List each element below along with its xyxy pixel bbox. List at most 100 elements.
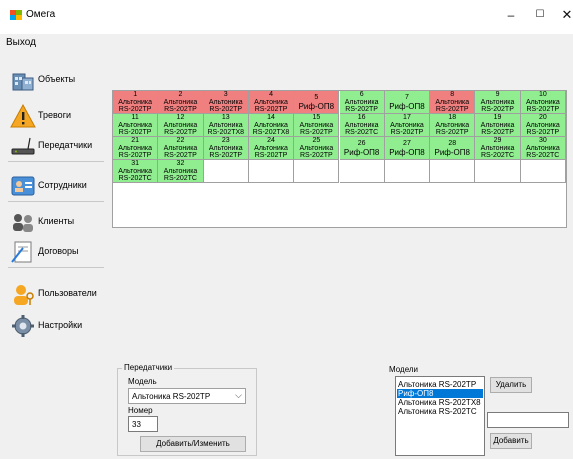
- transmitter-cell[interactable]: 8 Альтоника RS-202TP: [430, 91, 476, 114]
- cell-number: 9: [495, 91, 500, 98]
- cell-model-line1: Альтоника: [163, 98, 198, 106]
- transmitter-cell[interactable]: 10 Альтоника RS-202TP: [520, 91, 566, 114]
- cell-model-line2: RS-202TP: [481, 106, 514, 113]
- models-list[interactable]: Альтоника RS-202TP Риф-ОП8 Альтоника RS-20…: [395, 376, 485, 456]
- transmitter-cell[interactable]: 5 Риф-ОП8: [294, 91, 340, 114]
- menu-bar: Выход: [0, 34, 573, 52]
- cell-model-line1: Риф-ОП8: [298, 101, 335, 111]
- sidebar-item-clients[interactable]: Клиенты: [6, 204, 104, 238]
- sidebar-item-objects[interactable]: Объекты: [6, 62, 104, 96]
- cell-number: 6: [359, 91, 364, 98]
- transmitter-cell[interactable]: [203, 160, 249, 183]
- cell-model-line1: Альтоника: [344, 98, 379, 106]
- menu-exit[interactable]: Выход: [6, 37, 36, 48]
- transmitter-cell[interactable]: 15 Альтоника RS-202TP: [294, 114, 340, 137]
- transmitter-cell[interactable]: 3 Альтоника RS-202TP: [203, 91, 249, 114]
- sidebar-item-users[interactable]: Пользователи: [6, 276, 104, 310]
- close-button[interactable]: ✕: [555, 4, 573, 26]
- transmitter-cell[interactable]: 32 Альтоника RS-202TC: [158, 160, 204, 183]
- transmitter-cell[interactable]: 29 Альтоника RS-202TC: [475, 137, 521, 160]
- delete-model-button[interactable]: Удалить: [490, 377, 532, 393]
- transmitter-cell[interactable]: 22 Альтоника RS-202TP: [158, 137, 204, 160]
- sidebar-item-label: Сотрудники: [38, 180, 87, 190]
- cell-number: 19: [493, 114, 502, 121]
- transmitter-cell[interactable]: [339, 160, 385, 183]
- cell-model-line1: Альтоника: [208, 144, 243, 152]
- model-label: Модель: [128, 377, 157, 386]
- cell-model-line1: Альтоника: [435, 121, 470, 129]
- users-key-icon: [14, 285, 34, 305]
- models-list-item[interactable]: Альтоника RS-202TP: [397, 380, 483, 389]
- transmitter-cell[interactable]: 13 Альтоника RS-202TX8: [203, 114, 249, 137]
- sidebar-item-label: Тревоги: [38, 110, 71, 120]
- sidebar-item-transmitters[interactable]: Передатчики: [6, 128, 104, 162]
- models-list-item[interactable]: Альтоника RS-202TX8: [397, 398, 483, 407]
- transmitter-cell[interactable]: 17 Альтоника RS-202TP: [384, 114, 431, 137]
- cell-model-line1: Альтоника: [208, 98, 243, 106]
- cell-model-line2: RS-202TP: [526, 129, 560, 136]
- transmitter-cell[interactable]: 11 Альтоника RS-202TP: [113, 114, 159, 137]
- cell-model-line1: Альтоника: [390, 121, 424, 129]
- number-label: Номер: [128, 406, 153, 415]
- transmitter-cell[interactable]: 9 Альтоника RS-202TP: [475, 91, 521, 114]
- sidebar-item-employees[interactable]: Сотрудники: [6, 168, 104, 202]
- cell-number: 10: [538, 91, 547, 98]
- app-logo-icon: [10, 10, 22, 20]
- transmitter-cell[interactable]: 16 Альтоника RS-202TC: [339, 114, 385, 137]
- transmitter-cell[interactable]: 25 Альтоника RS-202TP: [294, 137, 340, 160]
- transmitter-cell[interactable]: 27 Риф-ОП8: [384, 137, 431, 160]
- transmitter-cell[interactable]: 18 Альтоника RS-202TP: [430, 114, 476, 137]
- transmitter-cell[interactable]: 4 Альтоника RS-202TP: [248, 91, 295, 114]
- transmitter-cell[interactable]: 21 Альтоника RS-202TP: [113, 137, 159, 160]
- transmitter-cell[interactable]: [520, 160, 566, 183]
- transmitter-cell[interactable]: 1 Альтоника RS-202TP: [113, 91, 159, 114]
- transmitter-cell[interactable]: [430, 160, 476, 183]
- cell-model-line2: RS-202TP: [481, 129, 514, 136]
- transmitter-cell[interactable]: [294, 160, 340, 183]
- transmitter-cell[interactable]: [384, 160, 431, 183]
- cell-model-line1: Альтоника: [118, 121, 153, 129]
- cell-model-line2: RS-202TX8: [252, 129, 290, 136]
- sidebar-item-alarms[interactable]: Тревоги: [6, 98, 104, 132]
- transmitter-cell[interactable]: 24 Альтоника RS-202TP: [248, 137, 295, 160]
- transmitter-cell[interactable]: 30 Альтоника RS-202TC: [520, 137, 566, 160]
- transmitter-cell[interactable]: 19 Альтоника RS-202TP: [475, 114, 521, 137]
- maximize-button[interactable]: ☐: [528, 4, 552, 26]
- transmitter-cell[interactable]: 23 Альтоника RS-202TP: [203, 137, 249, 160]
- sidebar-item-label: Настройки: [38, 320, 83, 330]
- transmitter-cell[interactable]: 20 Альтоника RS-202TP: [520, 114, 566, 137]
- transmitter-cell[interactable]: 7 Риф-ОП8: [384, 91, 431, 114]
- cell-number: 16: [357, 114, 366, 121]
- models-list-item[interactable]: Риф-ОП8: [397, 389, 483, 398]
- cell-model-line1: Альтоника: [163, 144, 198, 152]
- new-model-field[interactable]: [487, 412, 569, 428]
- add-edit-transmitter-button[interactable]: Добавить/Изменить: [140, 436, 246, 452]
- cell-number: 2: [178, 91, 183, 98]
- transmitter-cell[interactable]: 6 Альтоника RS-202TP: [339, 91, 385, 114]
- transmitter-cell[interactable]: [248, 160, 295, 183]
- models-list-item[interactable]: Альтоника RS-202TC: [397, 407, 483, 416]
- number-field[interactable]: 33: [128, 416, 158, 432]
- add-model-button[interactable]: Добавить: [490, 433, 532, 449]
- cell-model-line1: Альтоника: [118, 98, 153, 106]
- cell-number: 20: [538, 114, 547, 121]
- cell-model-line2: RS-202TP: [209, 106, 243, 113]
- transmitter-cell[interactable]: 12 Альтоника RS-202TP: [158, 114, 204, 137]
- transmitter-cell[interactable]: [475, 160, 521, 183]
- cell-number: 22: [176, 137, 185, 144]
- cell-number: 17: [403, 114, 411, 121]
- transmitter-cell[interactable]: 31 Альтоника RS-202TC: [113, 160, 159, 183]
- cell-model-line1: Альтоника: [254, 144, 288, 152]
- cell-number: 18: [448, 114, 457, 121]
- cell-model-line1: Альтоника: [525, 144, 560, 152]
- sidebar-item-contracts[interactable]: Договоры: [6, 234, 104, 268]
- cell-model-line2: RS-202TP: [345, 106, 378, 113]
- transmitter-cell[interactable]: 14 Альтоника RS-202TX8: [248, 114, 295, 137]
- model-select[interactable]: Альтоника RS-202TP ⌵: [128, 388, 246, 404]
- transmitter-cell[interactable]: 2 Альтоника RS-202TP: [158, 91, 204, 114]
- transmitter-cell[interactable]: 28 Риф-ОП8: [430, 137, 476, 160]
- sidebar-item-settings[interactable]: Настройки: [6, 308, 104, 342]
- transmitter-cell[interactable]: 26 Риф-ОП8: [339, 137, 385, 160]
- minimize-button[interactable]: –: [499, 4, 523, 26]
- cell-model-line2: RS-202TP: [164, 129, 197, 136]
